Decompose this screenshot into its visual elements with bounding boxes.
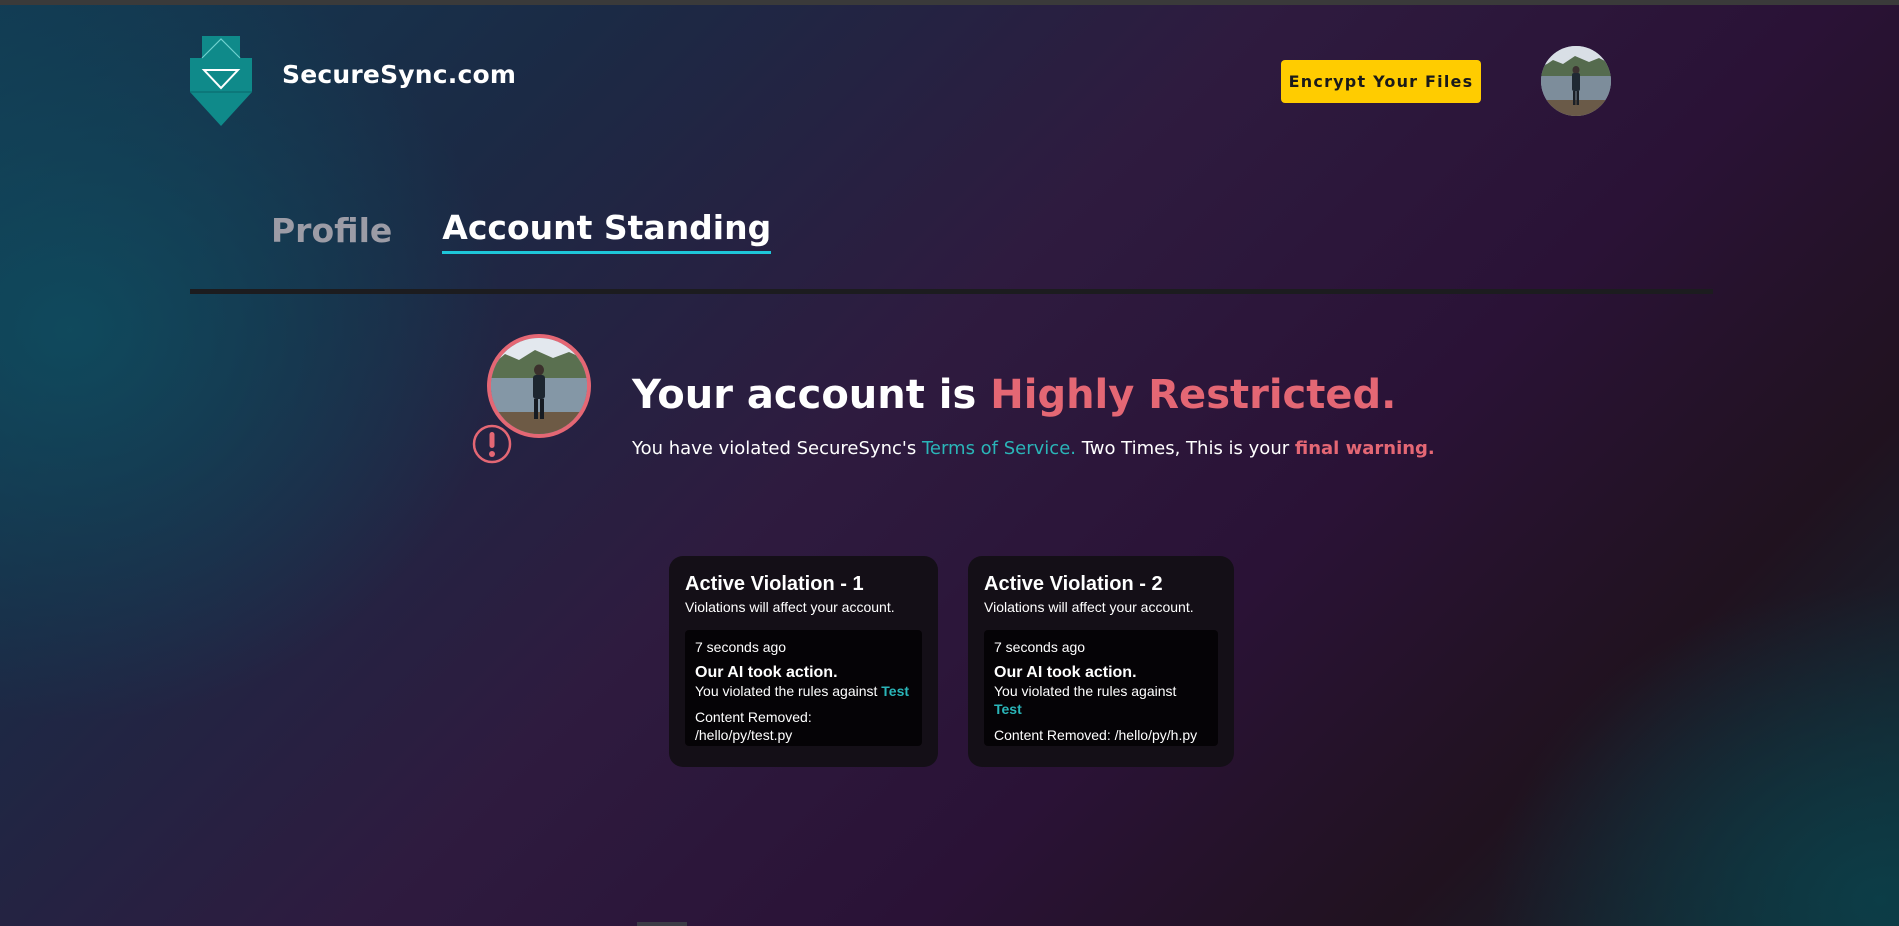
message-part1: You have violated SecureSync's xyxy=(632,438,922,459)
status-avatar xyxy=(487,334,591,438)
status-avatar-photo xyxy=(491,338,587,434)
brand[interactable]: SecureSync.com xyxy=(190,36,516,126)
violation-rule: You violated the rules against Test xyxy=(695,682,912,700)
violation-time: 7 seconds ago xyxy=(695,639,787,655)
violation-title: Active Violation - 2 xyxy=(984,573,1163,595)
shield-download-logo-icon xyxy=(190,36,252,126)
tab-account-standing[interactable]: Account Standing xyxy=(442,208,772,254)
rule-tag-link[interactable]: Test xyxy=(881,683,909,699)
rule-prefix: You violated the rules against xyxy=(994,683,1177,699)
violation-action: Our AI took action. xyxy=(695,664,838,681)
content-removed: Content Removed: /hello/py/test.py xyxy=(695,709,812,743)
violation-action: Our AI took action. xyxy=(994,664,1137,681)
content-removed: Content Removed: /hello/py/h.py xyxy=(994,727,1198,743)
tabs-divider xyxy=(190,289,1713,294)
exclamation-circle-icon xyxy=(472,424,512,464)
account-status-headline: Your account is Highly Restricted. xyxy=(632,372,1396,418)
violation-subtitle: Violations will affect your account. xyxy=(984,599,1194,615)
window-top-border xyxy=(0,0,1899,5)
message-part2: Two Times, This is your xyxy=(1075,438,1295,459)
rule-tag-link[interactable]: Test xyxy=(994,701,1022,717)
violation-card: Active Violation - 1 Violations will aff… xyxy=(669,556,938,767)
site-name: SecureSync.com xyxy=(282,59,517,89)
bottom-edge-element xyxy=(637,922,687,926)
headline-prefix: Your account is xyxy=(632,372,991,418)
violation-message: You have violated SecureSync's Terms of … xyxy=(632,438,1435,459)
violation-rule: You violated the rules against Test xyxy=(994,682,1208,718)
violation-detail: 7 seconds ago Our AI took action. You vi… xyxy=(685,630,922,746)
violation-title: Active Violation - 1 xyxy=(685,573,864,595)
final-warning-text: final warning. xyxy=(1294,438,1435,459)
rule-prefix: You violated the rules against xyxy=(695,683,882,699)
account-tabs: Profile Account Standing xyxy=(271,208,772,254)
encrypt-files-button[interactable]: Encrypt Your Files xyxy=(1281,60,1481,103)
terms-of-service-link[interactable]: Terms of Service. xyxy=(922,438,1076,459)
violation-subtitle: Violations will affect your account. xyxy=(685,599,895,615)
violation-detail: 7 seconds ago Our AI took action. You vi… xyxy=(984,630,1218,746)
violation-time: 7 seconds ago xyxy=(994,639,1086,655)
avatar-photo xyxy=(1541,46,1611,116)
user-avatar[interactable] xyxy=(1541,46,1611,116)
restriction-level: Highly Restricted. xyxy=(990,372,1397,418)
violation-card: Active Violation - 2 Violations will aff… xyxy=(968,556,1234,767)
tab-profile[interactable]: Profile xyxy=(271,211,392,254)
